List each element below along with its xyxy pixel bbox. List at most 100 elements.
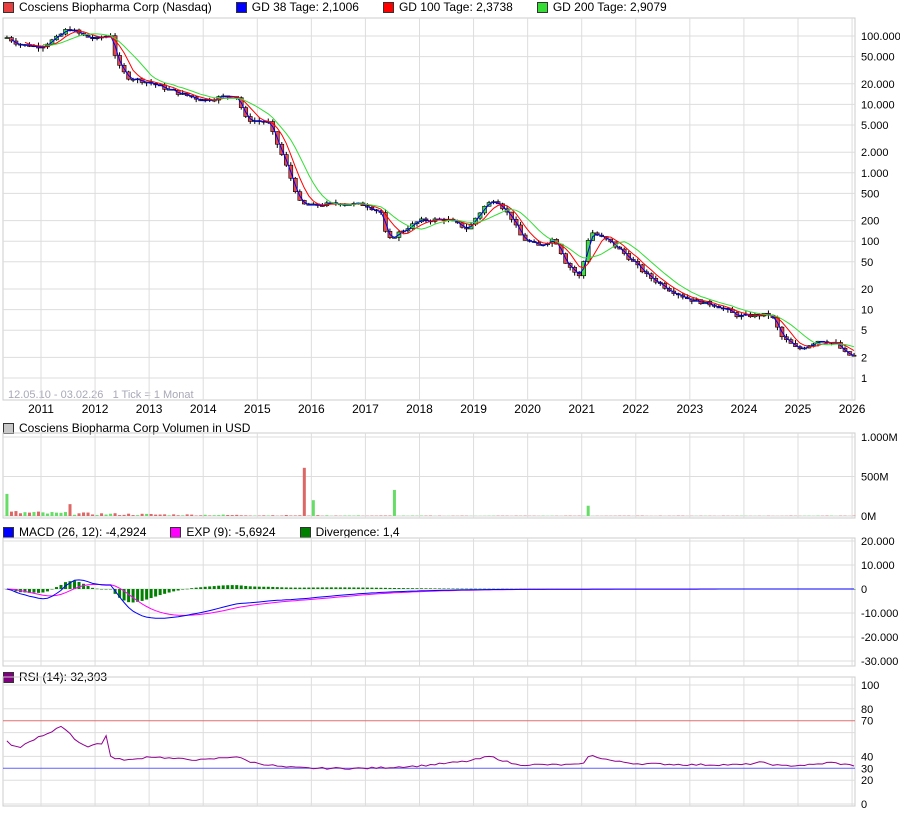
volume-bar [235,514,239,516]
divergence-bar [131,589,135,603]
divergence-bar [437,588,441,589]
divergence-bar [149,589,153,599]
divergence-bar [456,588,460,590]
divergence-bar [45,589,49,592]
volume-bar [145,513,149,516]
y-axis-tick-label: 0 [861,799,867,811]
divergence-bar [365,587,369,589]
volume-bar [244,515,248,516]
x-axis-year-label: 2023 [676,402,703,416]
divergence-bar [352,587,356,589]
volume-bar [136,515,140,516]
volume-bar [154,514,158,516]
volume-bar [208,515,212,516]
divergence-bar [212,586,216,589]
divergence-bar [167,589,171,593]
divergence-bar [388,587,392,589]
divergence-bar [244,585,248,589]
volume-bar [18,513,22,516]
volume-bar [163,514,167,516]
volume-bar [41,512,45,516]
divergence-bar [478,588,482,590]
volume-bar [118,515,122,516]
volume-bar [127,513,131,516]
volume-bar [50,512,54,516]
divergence-bar [109,589,113,590]
divergence-bar [221,585,225,589]
volume-bar [91,514,95,516]
volume-bar [82,512,86,516]
volume-bar [217,515,221,516]
divergence-bar [415,588,419,589]
divergence-bar [194,587,198,589]
volume-bar [23,512,27,516]
divergence-bar [397,588,401,589]
volume-bar [271,515,275,516]
x-axis-year-label: 2020 [514,402,541,416]
y-axis-tick-label: 10 [861,305,873,317]
divergence-bar [451,588,455,590]
volume-bar [199,515,203,516]
volume-bar [5,493,9,516]
volume-bar [203,514,207,516]
divergence-bar [239,585,243,589]
y-axis-tick-label: 100 [861,236,879,248]
volume-bar [14,511,18,516]
y-axis-tick-label: 20 [861,284,873,296]
y-axis-tick-label: 80 [861,704,873,716]
date-range-label: 12.05.10 - 03.02.26 1 Tick = 1 Monat [8,389,194,401]
x-axis-year-label: 2021 [568,402,595,416]
divergence-bar [433,588,437,589]
divergence-bar [203,586,207,589]
volume-bar [122,514,126,516]
divergence-bar [311,587,315,589]
volume-bar [68,504,72,516]
divergence-bar [154,589,158,597]
y-axis-tick-label: 1.000M [861,432,898,444]
volume-bar [172,514,176,516]
divergence-bar [424,588,428,589]
x-axis-year-label: 2024 [731,402,758,416]
volume-bar [45,513,49,516]
volume-bar [221,514,225,516]
volume-bar [266,515,270,516]
y-axis-tick-label: 500M [861,472,889,484]
volume-bar [109,513,113,516]
volume-bar [284,515,288,516]
volume-bar [113,513,117,516]
y-axis-tick-label: 1.000 [861,168,889,180]
divergence-bar [329,587,333,589]
x-axis-year-label: 2013 [136,402,163,416]
candle-body [851,354,857,357]
divergence-bar [266,586,270,589]
y-axis-tick-label: 40 [861,751,873,763]
y-axis-tick-label: 0M [861,511,876,523]
x-axis-year-label: 2022 [622,402,649,416]
y-axis-tick-label: 5 [861,325,867,337]
divergence-bar [298,587,302,589]
divergence-bar [320,587,324,589]
divergence-bar [307,587,311,589]
y-axis-tick-label: 2 [861,352,867,364]
volume-bar [239,515,243,516]
y-axis-tick-label: 200 [861,216,879,228]
divergence-bar [289,587,293,589]
x-axis-year-label: 2016 [298,402,325,416]
divergence-bar [181,589,185,590]
y-axis-tick-label: -30.000 [861,656,898,668]
volume-bar [230,515,234,516]
volume-bar [100,513,104,516]
divergence-bar [36,589,40,593]
divergence-bar [91,587,95,589]
divergence-bar [41,589,45,593]
divergence-bar [140,589,144,601]
volume-bar [185,514,189,516]
panel-frame [2,676,856,807]
volume-bar [86,512,90,516]
divergence-bar [401,588,405,589]
y-axis-tick-label: 50.000 [861,52,895,64]
divergence-bar [302,587,306,589]
y-axis-tick-label: 20.000 [861,536,895,548]
volume-bar [55,512,59,516]
divergence-bar [172,589,176,592]
